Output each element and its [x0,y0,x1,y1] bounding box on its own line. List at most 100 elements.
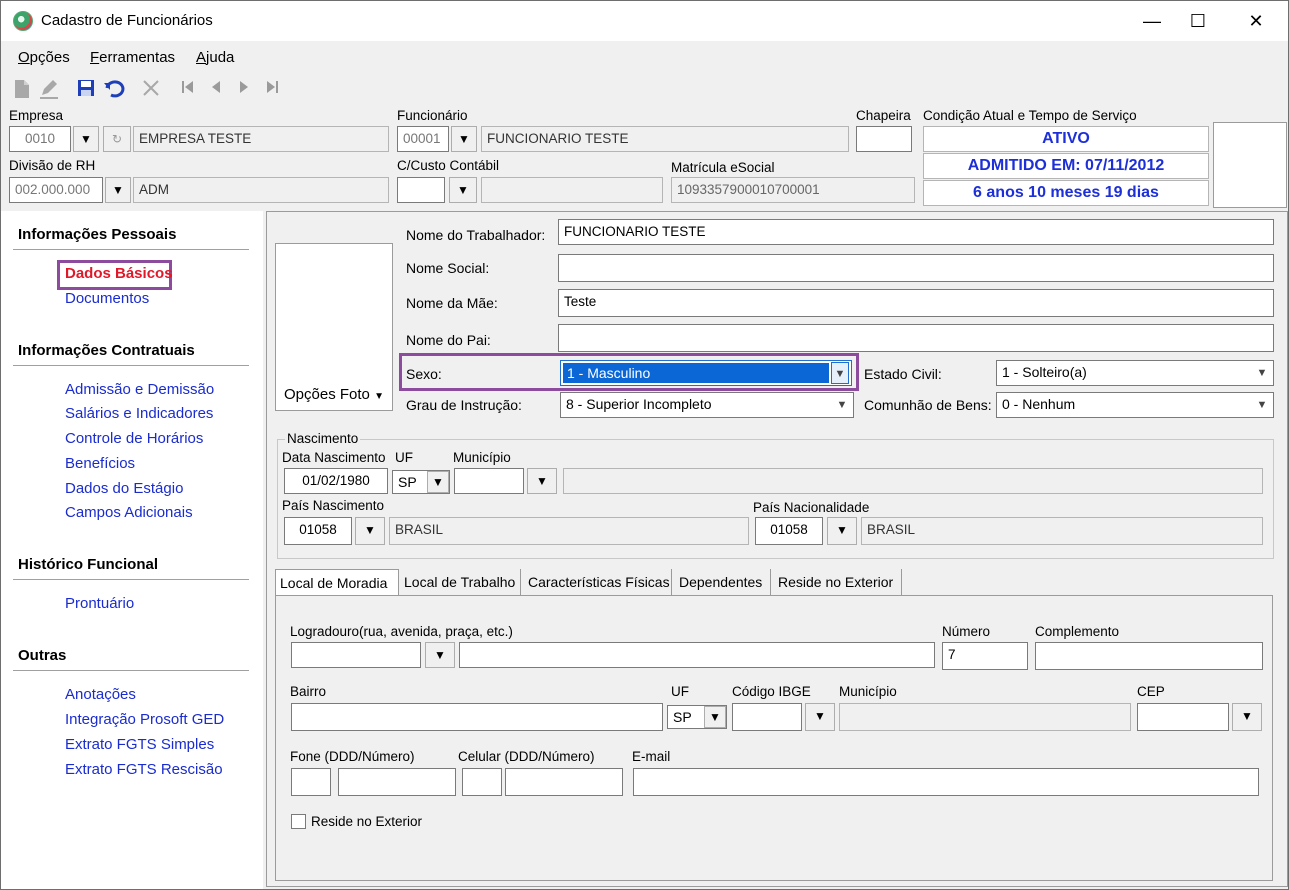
celular-ddd-field[interactable] [462,768,502,796]
sidebar-item-prosoft-ged[interactable]: Integração Prosoft GED [65,711,224,728]
cep-dropdown-button[interactable]: ▼ [1232,703,1262,731]
menu-bar: Opções Ferramentas Ajuda [1,41,1288,73]
fone-label: Fone (DDD/Número) [290,749,415,764]
empresa-code-field[interactable]: 0010 [9,126,71,152]
sexo-select[interactable]: 1 - Masculino ▼ [560,360,852,386]
nome-trabalhador-field[interactable]: FUNCIONARIO TESTE [558,219,1274,245]
email-field[interactable] [633,768,1259,796]
numero-label: Número [942,624,991,639]
pais-nacionalidade-name-field: BRASIL [861,517,1263,545]
divisao-label: Divisão de RH [9,158,96,173]
data-nascimento-field[interactable]: 01/02/1980 [284,468,388,494]
sidebar-item-controle-horarios[interactable]: Controle de Horários [65,430,203,447]
menu-ferramentas[interactable]: Ferramentas [90,49,175,66]
numero-field[interactable]: 7 [942,642,1028,670]
sidebar-item-admissao-demissao[interactable]: Admissão e Demissão [65,381,214,398]
pais-nascimento-dropdown-button[interactable]: ▼ [355,517,385,545]
save-icon[interactable] [75,79,97,101]
section-outras: Outras [18,647,67,664]
chapeira-field[interactable] [856,126,912,152]
maximize-button[interactable]: ☐ [1175,5,1221,37]
tab-caracteristicas-fisicas[interactable]: Características Físicas [524,569,672,595]
estado-civil-select[interactable]: 1 - Solteiro(a) [996,360,1274,386]
menu-opcoes[interactable]: Opções [18,49,70,66]
window-title: Cadastro de Funcionários [41,12,213,29]
divisao-dropdown-button[interactable]: ▼ [105,177,131,203]
chevron-down-icon[interactable]: ▼ [704,706,726,728]
sidebar-item-anotacoes[interactable]: Anotações [65,686,136,703]
first-record-icon[interactable] [177,79,199,101]
grau-instrucao-select[interactable]: 8 - Superior Incompleto [560,392,854,418]
nome-mae-field[interactable]: Teste [558,289,1274,317]
reside-exterior-checkbox[interactable] [291,814,306,829]
sidebar-item-documentos[interactable]: Documentos [65,290,149,307]
fone-ddd-field[interactable] [291,768,331,796]
divisao-code-field[interactable]: 002.000.000 [9,177,103,203]
refresh-icon[interactable]: ↻ [103,126,131,152]
nome-pai-field[interactable] [558,324,1274,352]
sidebar-item-fgts-simples[interactable]: Extrato FGTS Simples [65,736,214,753]
uf-moradia-value: SP [673,709,692,725]
nome-mae-label: Nome da Mãe: [406,295,498,311]
pais-nacionalidade-label: País Nacionalidade [753,500,870,515]
municipio-nascimento-dropdown-button[interactable]: ▼ [527,468,557,494]
sidebar-item-fgts-rescisao[interactable]: Extrato FGTS Rescisão [65,761,223,778]
sidebar-item-beneficios[interactable]: Benefícios [65,455,135,472]
funcionario-code-field[interactable]: 00001 [397,126,449,152]
photo-options-label: Opções Foto [284,386,370,403]
custo-dropdown-button[interactable]: ▼ [449,177,477,203]
new-document-icon[interactable] [11,79,33,101]
tab-reside-exterior[interactable]: Reside no Exterior [774,569,902,595]
municipio-nascimento-code-field[interactable] [454,468,524,494]
comunhao-bens-select[interactable]: 0 - Nenhum [996,392,1274,418]
undo-icon[interactable] [104,79,126,101]
funcionario-name-field: FUNCIONARIO TESTE [481,126,849,152]
chevron-down-icon[interactable]: ▼ [427,471,449,493]
chevron-down-icon[interactable]: ▼ [833,394,851,416]
empresa-dropdown-button[interactable]: ▼ [73,126,99,152]
logradouro-field[interactable] [459,642,935,668]
employee-registration-window: Cadastro de Funcionários — ☐ ✕ Opções Fe… [0,0,1289,890]
custo-code-field[interactable] [397,177,445,203]
section-divider [13,365,249,366]
sidebar-item-campos-adicionais[interactable]: Campos Adicionais [65,504,193,521]
pais-nacionalidade-code-field[interactable]: 01058 [755,517,823,545]
close-button[interactable]: ✕ [1233,5,1279,37]
sidebar [1,211,263,889]
uf-nascimento-value: SP [398,474,417,490]
complemento-field[interactable] [1035,642,1263,670]
menu-ajuda[interactable]: Ajuda [196,49,234,66]
fone-numero-field[interactable] [338,768,456,796]
chevron-down-icon[interactable]: ▼ [831,362,849,384]
photo-options-button[interactable]: Opções Foto ▼ [277,381,391,409]
section-informacoes-contratuais: Informações Contratuais [18,342,195,359]
tab-local-moradia[interactable]: Local de Moradia [275,569,399,595]
previous-record-icon[interactable] [205,79,227,101]
bairro-field[interactable] [291,703,663,731]
municipio-moradia-field [839,703,1131,731]
estado-civil-value: 1 - Solteiro(a) [1002,364,1087,380]
chevron-down-icon[interactable]: ▼ [1253,394,1271,416]
sidebar-item-dados-estagio[interactable]: Dados do Estágio [65,480,183,497]
last-record-icon[interactable] [261,79,283,101]
logradouro-type-field[interactable] [291,642,421,668]
codigo-ibge-dropdown-button[interactable]: ▼ [805,703,835,731]
celular-numero-field[interactable] [505,768,623,796]
funcionario-dropdown-button[interactable]: ▼ [451,126,477,152]
next-record-icon[interactable] [233,79,255,101]
sidebar-item-dados-basicos[interactable]: Dados Básicos [65,265,173,282]
minimize-button[interactable]: — [1129,5,1175,37]
sidebar-item-salarios[interactable]: Salários e Indicadores [65,405,213,422]
cep-field[interactable] [1137,703,1229,731]
pais-nascimento-code-field[interactable]: 01058 [284,517,352,545]
chevron-down-icon[interactable]: ▼ [1253,362,1271,384]
delete-icon[interactable] [140,79,162,101]
edit-icon[interactable] [38,79,60,101]
tab-local-trabalho[interactable]: Local de Trabalho [400,569,521,595]
tab-dependentes[interactable]: Dependentes [675,569,771,595]
pais-nacionalidade-dropdown-button[interactable]: ▼ [827,517,857,545]
sidebar-item-prontuario[interactable]: Prontuário [65,595,134,612]
nome-social-field[interactable] [558,254,1274,282]
codigo-ibge-field[interactable] [732,703,802,731]
logradouro-dropdown-button[interactable]: ▼ [425,642,455,668]
